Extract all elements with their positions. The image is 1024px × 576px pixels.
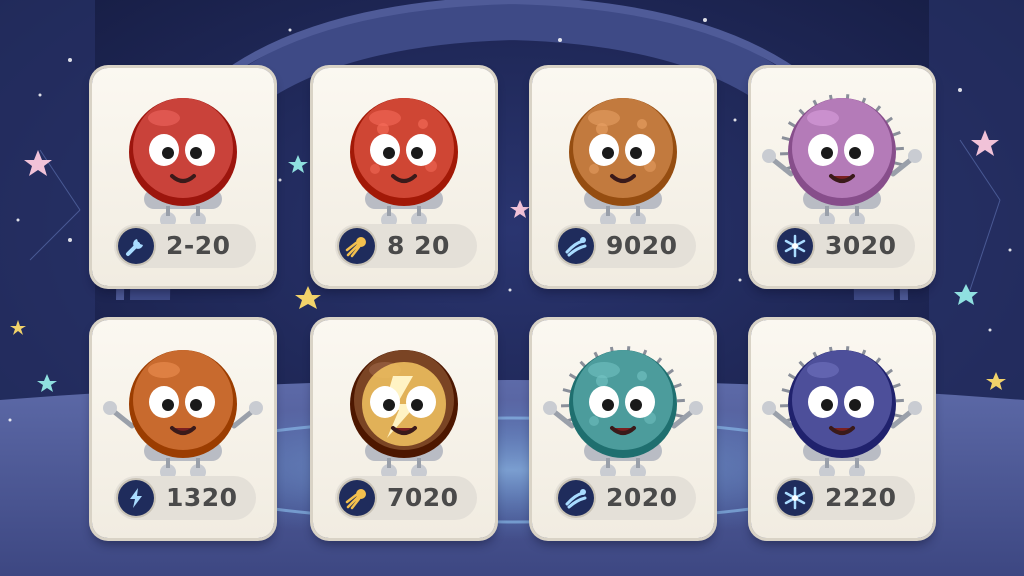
- creature-sprite: [762, 94, 922, 228]
- snowflake-icon: [777, 480, 813, 516]
- creature-card[interactable]: 7020: [313, 320, 495, 538]
- stat-value: 2020: [606, 483, 678, 512]
- stat-pill: 2020: [554, 476, 696, 520]
- stat-value: 2-20: [166, 231, 231, 260]
- lightning-icon: [118, 480, 154, 516]
- stat-value: 7020: [387, 483, 459, 512]
- wind-swirl-icon: [558, 480, 594, 516]
- creature-sprite: [350, 350, 458, 480]
- stat-pill: 8 20: [335, 224, 477, 268]
- stat-value: 3020: [825, 231, 897, 260]
- stat-value: 9020: [606, 231, 678, 260]
- creature-card[interactable]: 2020: [532, 320, 714, 538]
- comet-icon: [339, 480, 375, 516]
- creature-sprite: [569, 98, 677, 228]
- creature-card[interactable]: 1320: [92, 320, 274, 538]
- creature-card[interactable]: 2-20: [92, 68, 274, 286]
- stat-value: 1320: [166, 483, 238, 512]
- comet-icon: [339, 228, 375, 264]
- stat-value: 8 20: [387, 231, 450, 260]
- creature-sprite: [543, 346, 703, 480]
- creature-sprite: [103, 350, 263, 480]
- creature-sprite: [762, 346, 922, 480]
- creature-card[interactable]: 9020: [532, 68, 714, 286]
- wind-swirl-icon: [558, 228, 594, 264]
- creature-card[interactable]: 8 20: [313, 68, 495, 286]
- creature-sprite: [129, 98, 237, 228]
- snowflake-icon: [777, 228, 813, 264]
- creature-card[interactable]: 2220: [751, 320, 933, 538]
- creature-sprite: [350, 98, 458, 228]
- stat-pill: 9020: [554, 224, 696, 268]
- creature-card[interactable]: 3020: [751, 68, 933, 286]
- stat-pill: 2-20: [114, 224, 256, 268]
- stat-pill: 1320: [114, 476, 256, 520]
- stat-pill: 7020: [335, 476, 477, 520]
- stat-value: 2220: [825, 483, 897, 512]
- stat-pill: 2220: [773, 476, 915, 520]
- stat-pill: 3020: [773, 224, 915, 268]
- wrench-icon: [118, 228, 154, 264]
